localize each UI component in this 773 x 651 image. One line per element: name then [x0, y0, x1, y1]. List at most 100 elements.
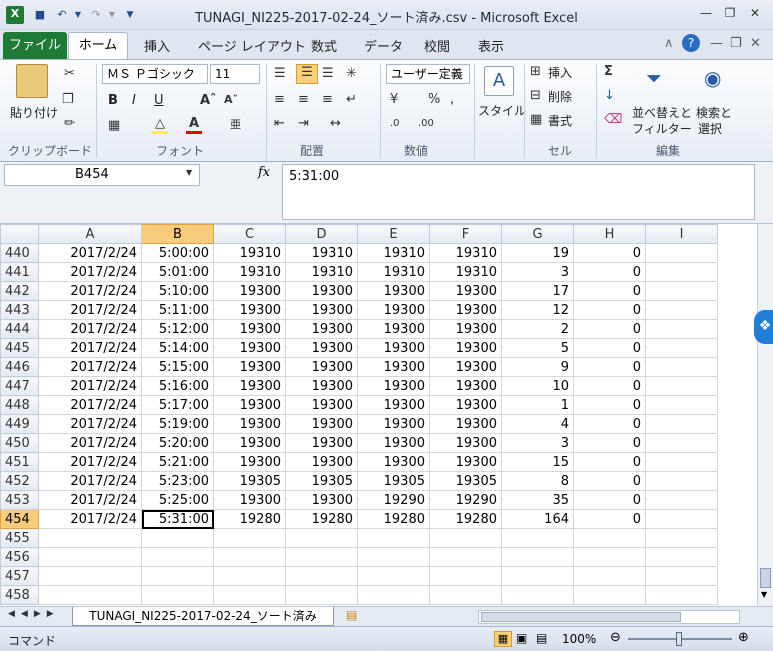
cell[interactable]: 10 [501, 376, 574, 396]
cell[interactable]: 19300 [429, 452, 502, 472]
row-header[interactable]: 458 [0, 585, 39, 605]
row-header[interactable]: 446 [0, 357, 39, 377]
cell[interactable] [141, 585, 214, 605]
scroll-thumb[interactable] [760, 568, 771, 588]
cell[interactable]: 19310 [285, 262, 358, 282]
cell[interactable]: 19300 [285, 433, 358, 453]
column-header[interactable]: D [285, 224, 358, 244]
cell[interactable]: 12 [501, 300, 574, 320]
cell[interactable] [645, 509, 718, 529]
cell[interactable]: 19300 [213, 433, 286, 453]
insert-cells-button[interactable]: 挿入 [548, 64, 572, 81]
cell[interactable]: 19300 [213, 300, 286, 320]
cell[interactable] [573, 566, 646, 586]
cell[interactable]: 5:14:00 [141, 338, 214, 358]
cell[interactable]: 35 [501, 490, 574, 510]
cell[interactable]: 0 [573, 319, 646, 339]
cell[interactable]: 5:19:00 [141, 414, 214, 434]
zoom-slider-thumb[interactable] [676, 632, 682, 646]
cell[interactable]: 0 [573, 433, 646, 453]
row-header[interactable]: 454 [0, 509, 39, 529]
cell[interactable]: 0 [573, 376, 646, 396]
cell[interactable]: 19305 [285, 471, 358, 491]
cell[interactable]: 19280 [357, 509, 430, 529]
cell[interactable] [645, 547, 718, 567]
column-header[interactable]: G [501, 224, 574, 244]
cell[interactable]: 0 [573, 414, 646, 434]
cell[interactable]: 19300 [213, 414, 286, 434]
cell[interactable]: 5:31:00 [141, 509, 214, 529]
row-header[interactable]: 452 [0, 471, 39, 491]
cell[interactable]: 19300 [213, 319, 286, 339]
cell[interactable]: 19310 [429, 243, 502, 263]
cell[interactable]: 19305 [213, 471, 286, 491]
font-size-combo[interactable]: 11 [210, 64, 260, 84]
cell[interactable] [645, 414, 718, 434]
row-header[interactable]: 440 [0, 243, 39, 263]
cell[interactable]: 2017/2/24 [38, 376, 142, 396]
format-cells-button[interactable]: 書式 [548, 112, 572, 129]
cell[interactable]: 19300 [429, 300, 502, 320]
cell[interactable]: 19280 [213, 509, 286, 529]
cell[interactable]: 5:17:00 [141, 395, 214, 415]
cell[interactable] [141, 547, 214, 567]
cell[interactable]: 19280 [285, 509, 358, 529]
cell[interactable]: 0 [573, 338, 646, 358]
cell[interactable] [429, 585, 502, 605]
merge-center-icon[interactable]: ↔ [330, 116, 341, 131]
font-name-combo[interactable]: ＭＳ Ｐゴシック [102, 64, 208, 84]
cell[interactable]: 19300 [429, 414, 502, 434]
orientation-icon[interactable]: ✳ [346, 66, 357, 81]
styles-button[interactable]: スタイル [478, 102, 526, 119]
increase-indent-icon[interactable]: ⇥ [298, 116, 309, 131]
cell[interactable]: 5:12:00 [141, 319, 214, 339]
cell[interactable]: 19300 [429, 357, 502, 377]
cell[interactable]: 19300 [429, 433, 502, 453]
decrease-decimal-icon[interactable]: .00 [418, 118, 434, 129]
styles-icon[interactable]: A [484, 66, 514, 96]
italic-button[interactable]: I [132, 93, 136, 108]
cell[interactable]: 0 [573, 452, 646, 472]
cell[interactable]: 19300 [429, 281, 502, 301]
cell[interactable] [645, 300, 718, 320]
cell[interactable]: 19300 [285, 414, 358, 434]
formula-input[interactable]: 5:31:00 [282, 164, 755, 220]
row-header[interactable]: 442 [0, 281, 39, 301]
cell[interactable]: 2017/2/24 [38, 395, 142, 415]
minimize-button[interactable]: — [696, 6, 716, 22]
workbook-minimize-button[interactable]: — [710, 36, 723, 51]
cell[interactable]: 5:16:00 [141, 376, 214, 396]
cell[interactable] [38, 547, 142, 567]
horizontal-scroll-thumb[interactable] [481, 612, 681, 622]
cell[interactable]: 19300 [285, 452, 358, 472]
cell[interactable]: 19300 [357, 338, 430, 358]
cell[interactable] [645, 376, 718, 396]
cell[interactable]: 0 [573, 357, 646, 377]
cell[interactable]: 0 [573, 395, 646, 415]
cell[interactable]: 3 [501, 433, 574, 453]
cell[interactable] [645, 357, 718, 377]
tab-home[interactable]: ホーム [68, 32, 128, 60]
cell[interactable]: 19310 [357, 243, 430, 263]
cell[interactable]: 0 [573, 471, 646, 491]
binoculars-icon[interactable]: ◉ [704, 66, 721, 90]
cell[interactable]: 19310 [213, 243, 286, 263]
select-button[interactable]: 選択 [698, 120, 722, 137]
cell[interactable]: 5:23:00 [141, 471, 214, 491]
tab-insert[interactable]: 挿入 [144, 36, 170, 55]
cell[interactable]: 0 [573, 490, 646, 510]
sheet-tab[interactable]: TUNAGI_NI225-2017-02-24_ソート済み [72, 607, 334, 626]
cell[interactable]: 19300 [213, 338, 286, 358]
cell[interactable]: 2017/2/24 [38, 300, 142, 320]
tab-data[interactable]: データ [364, 36, 403, 55]
comma-icon[interactable]: , [450, 92, 454, 107]
cell[interactable]: 19300 [285, 281, 358, 301]
cell[interactable]: 19310 [285, 243, 358, 263]
cell[interactable]: 19300 [213, 490, 286, 510]
cell[interactable] [213, 566, 286, 586]
cell[interactable]: 2017/2/24 [38, 452, 142, 472]
name-box-dropdown-icon[interactable]: ▼ [186, 168, 192, 177]
cell[interactable] [429, 566, 502, 586]
align-left-icon[interactable]: ≡ [274, 92, 285, 107]
tab-view[interactable]: 表示 [478, 36, 504, 55]
